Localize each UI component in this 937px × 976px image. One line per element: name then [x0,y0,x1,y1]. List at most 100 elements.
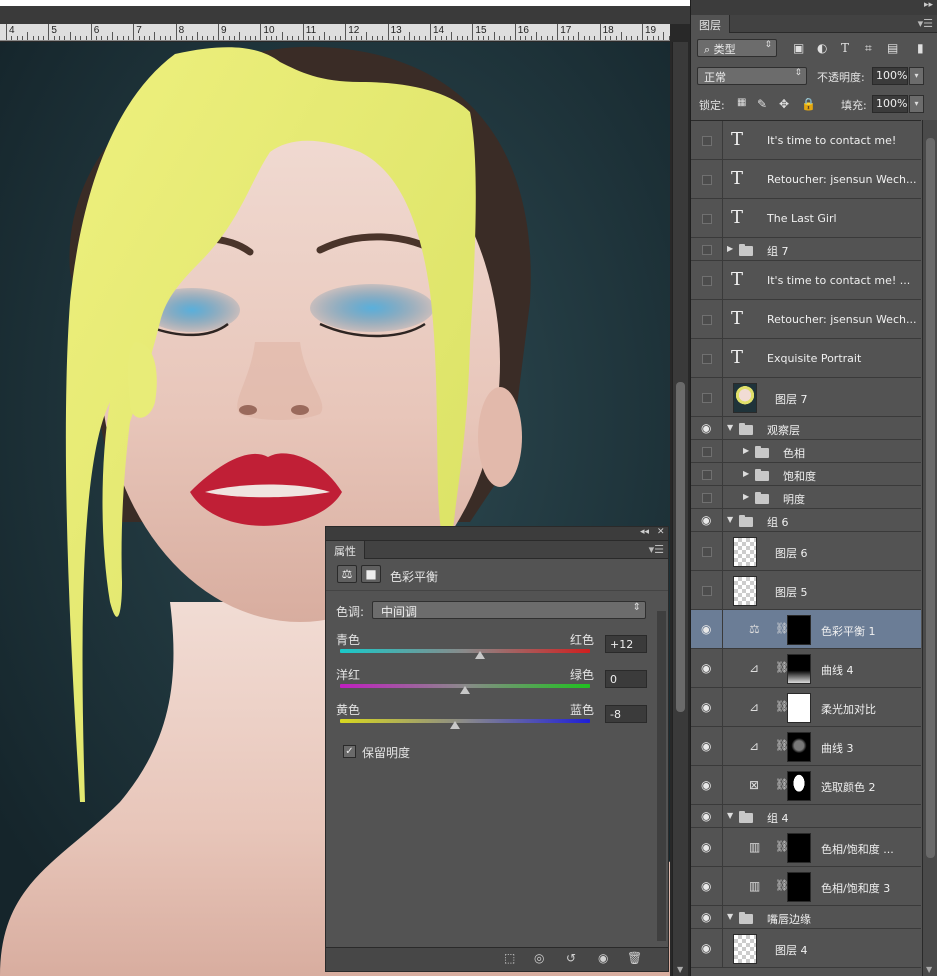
filter-kind-select[interactable]: ⌕ 类型 ⇕ [697,39,777,57]
expanded-arrow-icon[interactable]: ▼ [727,515,733,524]
layer-group-row[interactable]: ▶ 组 7 [691,238,921,261]
visibility-toggle[interactable]: ◉ [691,509,723,531]
type-filter-icon[interactable]: T [841,41,849,55]
slider-thumb[interactable] [460,686,470,694]
collapsed-arrow-icon[interactable]: ▶ [743,492,749,501]
collapse-icon[interactable]: ◂◂ [640,527,649,537]
slider-value-input[interactable]: -8 [605,705,647,723]
layer-row[interactable]: ◉ ⚖ ⛓ 色彩平衡 1 [691,610,921,649]
tab-layers[interactable]: 图层 [691,15,730,33]
visibility-toggle[interactable]: ◉ [691,727,723,765]
blend-mode-select[interactable]: 正常 ⇕ [697,67,807,85]
delete-icon[interactable]: 🗑 [627,951,642,965]
layer-mask-thumbnail[interactable] [787,653,811,684]
layer-group-row[interactable]: ◉ ▼ 嘴唇边缘 [691,906,921,929]
visibility-toggle[interactable] [691,199,723,237]
layer-mask-thumbnail[interactable] [787,614,811,645]
visibility-toggle[interactable] [691,440,723,462]
visibility-toggle[interactable]: ◉ [691,867,723,905]
layer-row[interactable]: ◉ ⊿ ⛓ 曲线 4 [691,649,921,688]
slider-value-input[interactable]: +12 [605,635,647,653]
canvas-scroll-thumb[interactable] [676,382,685,712]
properties-scrollbar[interactable] [657,611,666,941]
collapsed-arrow-icon[interactable]: ▶ [743,446,749,455]
mask-icon[interactable]: ■ [361,565,381,583]
layer-mask-thumbnail[interactable] [787,871,811,902]
lock-pixels-icon[interactable]: ✎ [757,97,767,111]
layer-row[interactable]: 图层 5 [691,571,921,610]
smart-object-filter-icon[interactable]: ▤ [887,41,898,55]
visibility-toggle[interactable]: ◉ [691,828,723,866]
slider-thumb[interactable] [475,651,485,659]
fill-input[interactable]: 100% [872,95,908,113]
layer-row[interactable]: T Exquisite Portrait [691,339,921,378]
color-balance-icon[interactable]: ⚖ [337,565,357,583]
visibility-toggle[interactable]: ◉ [691,906,723,928]
visibility-toggle[interactable] [691,300,723,338]
visibility-toggle[interactable]: ◉ [691,417,723,439]
visibility-toggle[interactable] [691,378,723,416]
visibility-toggle[interactable] [691,571,723,609]
layer-row[interactable]: 图层 6 [691,532,921,571]
lock-position-icon[interactable]: ✥ [779,97,789,111]
horizontal-ruler[interactable]: 4 5 6 7 8 9 10 11 12 13 14 15 16 17 18 19 [0,24,670,41]
filter-toggle-icon[interactable]: ▮ [917,41,924,55]
layer-row[interactable]: 图层 7 [691,378,921,417]
visibility-toggle[interactable]: ◉ [691,766,723,804]
visibility-toggle[interactable] [691,532,723,570]
layer-row[interactable]: ◉ ⊿ ⛓ 柔光加对比 [691,688,921,727]
layer-group-row[interactable]: ▶ 明度 [691,486,921,509]
layer-mask-thumbnail[interactable] [787,770,811,801]
lock-all-icon[interactable]: 🔒 [801,97,816,111]
layer-group-row[interactable]: ▶ 色相 [691,440,921,463]
layer-row[interactable]: ◉ ⊿ ⛓ 曲线 3 [691,727,921,766]
layer-row[interactable]: T Retoucher: jsensun Wech... [691,160,921,199]
canvas-scrollbar[interactable]: ▼ [672,42,688,976]
layer-group-row[interactable]: ◉ ▼ 观察层 [691,417,921,440]
opacity-input[interactable]: 100% [872,67,908,85]
expanded-arrow-icon[interactable]: ▼ [727,423,733,432]
layers-scroll-thumb[interactable] [926,138,935,858]
slider-value-input[interactable]: 0 [605,670,647,688]
visibility-toggle[interactable]: ◉ [691,649,723,687]
layer-row[interactable]: ◉ ▥ ⛓ 色相/饱和度 ... [691,828,921,867]
close-icon[interactable]: ✕ [657,527,665,537]
layer-row[interactable]: T The Last Girl [691,199,921,238]
preserve-luminosity-checkbox[interactable]: ✓ [343,745,356,758]
layer-row[interactable]: ◉ 图层 4 [691,929,921,968]
scroll-down-icon[interactable]: ▼ [926,965,932,974]
clip-to-layer-icon[interactable]: ⬚ [504,951,515,965]
expanded-arrow-icon[interactable]: ▼ [727,811,733,820]
visibility-toggle[interactable] [691,238,723,260]
layer-row[interactable]: ◉ ▥ ⛓ 色相/饱和度 3 [691,867,921,906]
slider-track[interactable] [340,649,590,653]
layer-group-row[interactable]: ◉ ▼ 组 4 [691,805,921,828]
layer-mask-thumbnail[interactable] [787,692,811,723]
layer-row[interactable]: T It's time to contact me! ... [691,261,921,300]
visibility-toggle[interactable]: ◉ [691,610,723,648]
visibility-toggle[interactable]: ◉ [691,688,723,726]
layer-group-row[interactable]: ◉ ▼ 组 6 [691,509,921,532]
visibility-eye-icon[interactable]: ◉ [598,951,608,965]
layer-mask-thumbnail[interactable] [787,832,811,863]
visibility-toggle[interactable] [691,339,723,377]
layer-group-row[interactable]: ▶ 饱和度 [691,463,921,486]
visibility-toggle[interactable] [691,463,723,485]
adjustment-filter-icon[interactable]: ◐ [817,41,827,55]
panel-menu-icon[interactable]: ▾☰ [918,17,933,30]
collapsed-arrow-icon[interactable]: ▶ [727,244,733,253]
visibility-toggle[interactable] [691,121,723,159]
layer-row[interactable]: T Retoucher: jsensun Wech... [691,300,921,339]
slider-thumb[interactable] [450,721,460,729]
expanded-arrow-icon[interactable]: ▼ [727,912,733,921]
tone-select[interactable]: 中间调 ⇕ [372,601,646,619]
collapse-icon[interactable]: ▸▸ [924,0,933,10]
layers-scrollbar[interactable]: ▼ [922,120,937,976]
scroll-down-icon[interactable]: ▼ [677,965,683,974]
visibility-toggle[interactable]: ◉ [691,929,723,967]
view-previous-icon[interactable]: ◎ [534,951,544,965]
fill-dropdown-icon[interactable]: ▾ [909,95,924,113]
slider-track[interactable] [340,719,590,723]
visibility-toggle[interactable] [691,261,723,299]
reset-icon[interactable]: ↺ [566,951,576,965]
